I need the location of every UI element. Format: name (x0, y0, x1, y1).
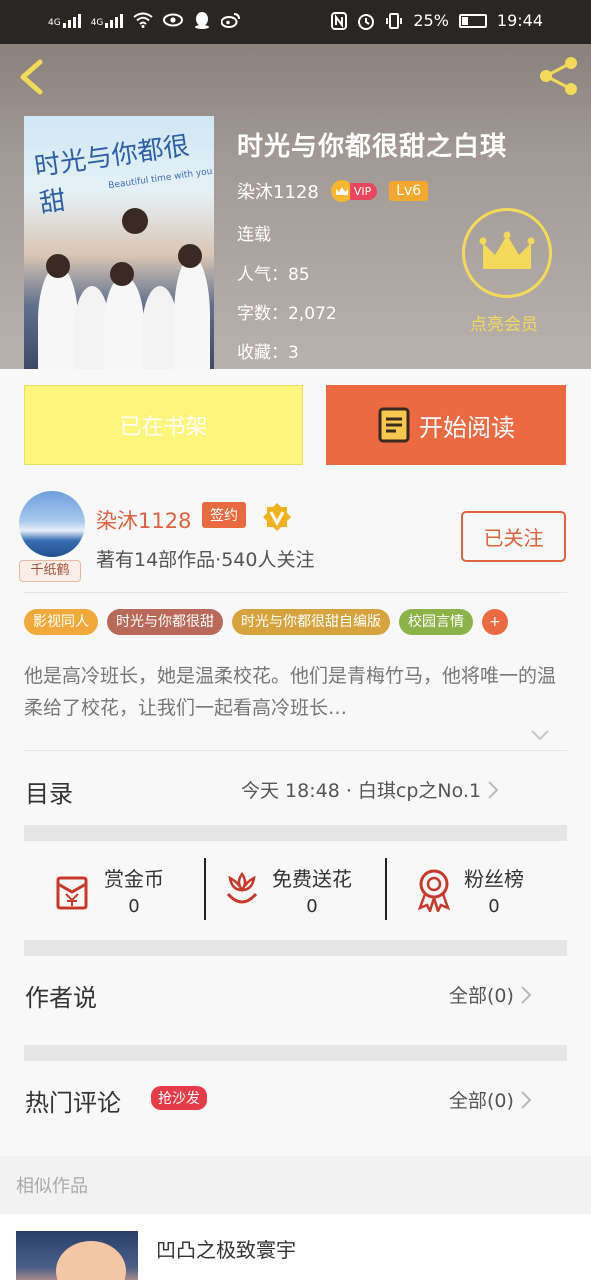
book-popularity: 人气：85 (237, 265, 310, 285)
medal-icon (417, 869, 451, 912)
hot-comments-all[interactable]: 全部(0) (449, 1086, 532, 1113)
book-author-line: 染沐1128 VIP Lv6 (237, 178, 429, 204)
chevron-right-icon (521, 1090, 532, 1109)
crown-icon (479, 231, 535, 269)
signal-2: 4G (91, 12, 124, 28)
book-words: 字数：2,072 (237, 304, 337, 324)
cover-hair (110, 262, 134, 286)
content-area (0, 369, 591, 1156)
flower-icon (226, 871, 258, 904)
cover-figure (104, 276, 144, 369)
tag-list: 影视同人 时光与你都很甜 时光与你都很甜自编版 校园言情 + (24, 609, 508, 635)
book-title: 时光与你都很甜之白琪 (237, 132, 508, 162)
section-gap (24, 940, 567, 956)
divider (385, 858, 387, 920)
cover-figure (38, 266, 78, 369)
share-icon[interactable] (537, 54, 581, 98)
status-right: 25% 19:44 (331, 11, 543, 30)
cover-figure (174, 256, 210, 369)
signal-bars-icon (62, 12, 81, 28)
grab-sofa-badge[interactable]: 抢沙发 (151, 1086, 207, 1110)
chevron-down-icon[interactable] (530, 728, 550, 742)
chevron-right-icon (488, 780, 499, 799)
book-cover[interactable]: 时光与你都很甜 Beautiful time with you (24, 116, 214, 369)
member-label[interactable]: 点亮会员 (470, 310, 538, 335)
divider (24, 592, 567, 593)
section-gap (24, 825, 567, 841)
divider (24, 750, 567, 751)
signal-1: 4G (48, 12, 81, 28)
member-button[interactable] (462, 208, 552, 298)
author-avatar[interactable] (19, 491, 85, 557)
send-flowers[interactable]: 免费送花 0 (222, 858, 352, 922)
fan-ranking[interactable]: 粉丝榜 0 (414, 858, 524, 922)
signal-bars-icon (105, 12, 124, 28)
catalog-latest[interactable]: 今天 18:48 · 白琪cp之No.1 (241, 776, 499, 803)
alarm-icon (358, 13, 375, 30)
author-name[interactable]: 染沐1128 (96, 505, 191, 535)
cover-hair (56, 1241, 126, 1280)
status-bar: 4G 4G 25% 19:44 (0, 0, 591, 44)
start-reading-label: 开始阅读 (419, 413, 515, 442)
back-icon[interactable] (14, 58, 48, 96)
hot-comments-title[interactable]: 热门评论 (25, 1083, 121, 1118)
tag[interactable]: 影视同人 (24, 609, 98, 635)
similar-work-cover (16, 1231, 138, 1280)
qq-icon (195, 12, 210, 29)
start-reading-button[interactable]: 开始阅读 (326, 385, 566, 465)
similar-works-heading: 相似作品 (16, 1176, 88, 1197)
clock: 19:44 (496, 11, 543, 30)
tag[interactable]: 时光与你都很甜 (107, 609, 223, 635)
follow-button[interactable]: 已关注 (461, 511, 566, 562)
cover-figure (142, 286, 178, 369)
author-stats: 著有14部作品·540人关注 (96, 549, 315, 571)
tag[interactable]: 时光与你都很甜自编版 (232, 609, 390, 635)
similar-work-title: 凹凸之极致寰宇 (156, 1238, 296, 1262)
status-left: 4G 4G (48, 11, 241, 29)
book-description[interactable]: 他是高冷班长，她是温柔校花。他们是青梅竹马，他将唯一的温柔给了校花，让我们一起看… (24, 660, 564, 724)
author-says-all[interactable]: 全部(0) (449, 981, 532, 1008)
battery-icon (458, 13, 487, 28)
cover-hair (46, 254, 70, 278)
battery-percent: 25% (413, 11, 449, 30)
book-status: 连载 (237, 225, 271, 245)
signed-badge: 签约 (202, 502, 246, 528)
catalog-title[interactable]: 目录 (25, 774, 73, 809)
verified-icon (263, 503, 291, 531)
in-shelf-button[interactable]: 已在书架 (24, 385, 303, 465)
cover-hair (122, 208, 148, 234)
avatar-frame-badge: 千纸鹤 (19, 560, 81, 582)
book-author[interactable]: 染沐1128 (237, 178, 319, 204)
author-says-title[interactable]: 作者说 (25, 978, 97, 1013)
level-badge: Lv6 (389, 181, 429, 201)
tag[interactable]: 校园言情 (399, 609, 473, 635)
book-favorites: 收藏：3 (237, 343, 299, 363)
vibrate-icon (386, 12, 403, 29)
reward-coins[interactable]: 赏金币 0 (52, 858, 164, 922)
book-icon (378, 407, 410, 443)
similar-work-item[interactable]: 凹凸之极致寰宇 (0, 1214, 591, 1280)
weibo-icon (221, 13, 241, 28)
eye-icon (163, 13, 184, 27)
divider (204, 858, 206, 920)
wifi-icon (133, 12, 154, 28)
book-header: 时光与你都很甜 Beautiful time with you 时光与你都很甜之… (0, 44, 591, 369)
vip-badge: VIP (330, 180, 378, 202)
nfc-icon (331, 11, 348, 30)
section-gap (24, 1045, 567, 1061)
cover-hair (178, 244, 202, 268)
red-envelope-icon (56, 876, 88, 910)
chevron-right-icon (521, 985, 532, 1004)
more-tags-button[interactable]: + (482, 609, 508, 635)
